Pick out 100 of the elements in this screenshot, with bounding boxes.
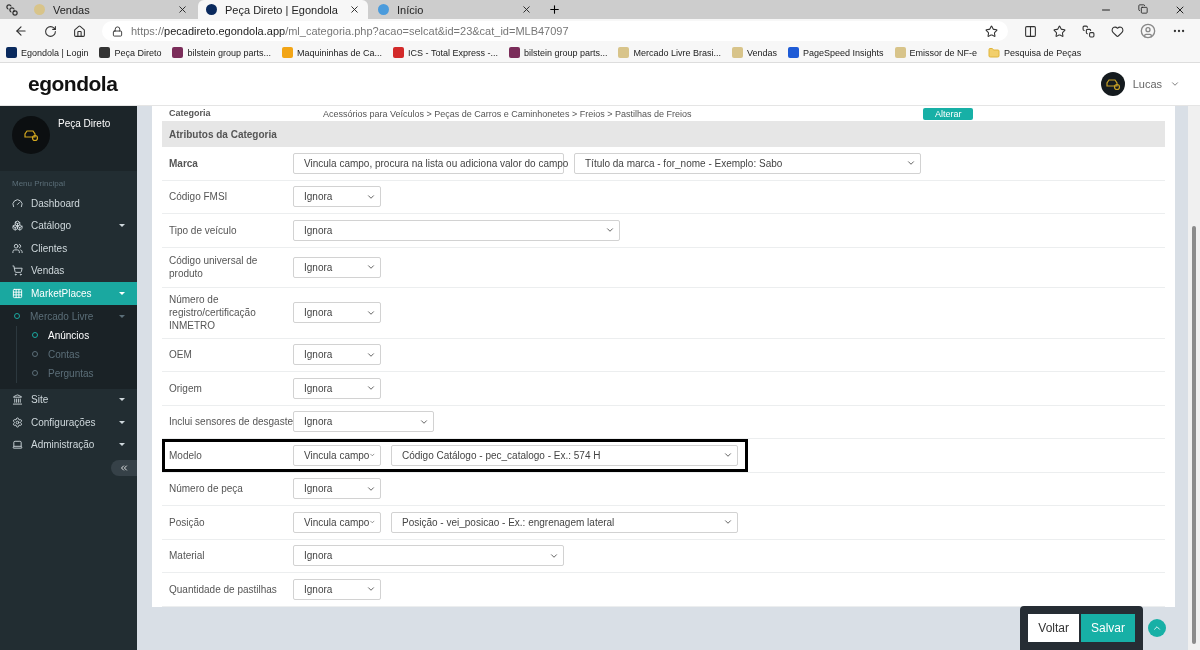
field-label: Quantidade de pastilhas [169,582,278,596]
laptop-icon [12,439,23,451]
split-screen-icon[interactable] [1024,24,1037,38]
heart-icon[interactable] [1111,24,1124,38]
home-icon[interactable] [73,24,86,38]
bookmark[interactable]: Maquininhas de Ca... [282,47,383,58]
site-icon [6,47,17,58]
address-bar[interactable]: https://pecadireto.egondola.app/ml_categoria.php?acao=selcat&id=23&cat_id=MLB47097 [102,21,1008,41]
close-icon[interactable] [349,4,360,15]
site-icon [393,47,405,58]
dropdown[interactable]: Ignora [293,545,564,567]
field-label: Origem [169,381,203,395]
brand-name: Peça Direto [58,118,111,129]
category-path: Acessórios para Veículos > Peças de Carros e Caminhonetes > Freios > Pastilhas de Freios [323,108,693,119]
dropdown[interactable]: Ignora [293,344,381,366]
caret-icon [119,314,125,318]
field-label: OEM [169,348,193,362]
back-button[interactable]: Voltar [1028,614,1079,642]
users-icon [12,242,23,254]
user-menu[interactable]: Lucas [1100,72,1180,96]
chevrons-left-icon [119,463,129,473]
chevron-down-icon [366,262,376,272]
field-label: Material [169,549,206,563]
star-icon[interactable] [985,24,998,38]
dropdown[interactable]: Ignora [293,302,381,323]
field-label: Marca [169,156,199,170]
site-icon [99,47,111,58]
sidebar-item[interactable]: Catálogo [0,214,137,237]
folder-icon [988,46,1001,59]
bookmark[interactable]: Emissor de NF-e [894,47,978,58]
settings-icon [12,416,23,428]
field-label: Código universal de produto [169,254,259,280]
dropdown[interactable]: Código Catálogo - pec_catalogo - Ex.: 574 H [391,444,738,466]
field-label: Inclui sensores de desgaste [169,415,293,429]
caret-icon [119,224,125,228]
browser-tab[interactable]: Vendas [26,0,196,19]
dropdown[interactable]: Posição - vei_posicao - Ex.: engrenagem lateral [391,511,738,533]
close-icon[interactable] [177,4,188,15]
sidebar-item[interactable]: Administração [0,433,137,456]
bookmark[interactable]: Mercado Livre Brasi... [618,47,721,58]
caret-icon [119,398,125,402]
field-label: Código FMSI [169,190,229,204]
bookmark[interactable]: Vendas [732,47,777,58]
back-icon[interactable] [14,24,28,38]
dropdown[interactable]: Ignora [293,219,620,241]
dropdown[interactable]: Ignora [293,578,381,600]
site-icon [508,47,520,58]
field-label: Tipo de veículo [169,223,238,237]
bookmark[interactable]: Pesquisa de Peças [988,46,1082,59]
landmark-icon [12,394,23,406]
caret-icon [119,291,125,295]
bookmark[interactable]: PageSpeed Insights [788,47,884,58]
sidebar-item[interactable]: Clientes [0,237,137,260]
dropdown[interactable]: Vincula campo [293,511,381,533]
sidebar-item[interactable]: Dashboard [0,192,137,215]
new-tab-icon[interactable] [548,3,561,16]
cart-icon [12,265,23,277]
car-gear-icon [1104,77,1121,91]
sidebar-item[interactable]: Site [0,388,137,411]
collapse-button[interactable] [111,460,137,476]
favorites-icon[interactable] [1053,24,1066,38]
submenu-item[interactable]: Anúncios [17,325,137,345]
gauge-icon [12,197,23,209]
dropdown[interactable]: Título da marca - for_nome - Exemplo: Sabo [574,152,921,174]
profile-icon[interactable] [1140,23,1156,39]
close-icon[interactable] [521,4,532,15]
bookmark[interactable]: ICS - Total Express -... [393,47,498,58]
bookmark[interactable]: bilstein group parts... [508,47,608,58]
caret-icon [1170,79,1180,89]
field-label: Número de peça [169,482,244,496]
sidebar-item[interactable]: Configurações [0,411,137,434]
site-icon [788,47,799,58]
boxes-icon [12,220,23,232]
bookmark[interactable]: Peça Direto [99,47,162,58]
bookmark[interactable]: Egondola | Login [6,47,89,58]
site-icon [282,47,293,58]
browser-tab[interactable]: Início [370,0,540,19]
section-header: Atributos da Categoria [162,121,1165,147]
site-icon [618,47,630,58]
site-icon [378,4,389,15]
dropdown[interactable]: Ignora [293,377,381,399]
scrollbar[interactable] [1188,106,1200,650]
lock-icon [112,25,123,37]
site-icon [732,47,743,58]
dropdown[interactable]: Ignora [293,186,381,208]
chevron-up-icon [1152,623,1162,633]
restore-icon[interactable] [1138,3,1148,14]
dropdown[interactable]: Vincula campo [293,444,381,466]
reload-icon[interactable] [44,24,57,38]
bookmark[interactable]: bilstein group parts... [172,47,271,58]
dropdown[interactable]: Ignora [293,256,381,278]
caret-icon [119,443,125,447]
field-label: Posição [169,515,206,529]
dropdown[interactable]: Ignora [293,411,434,433]
sidebar-item[interactable]: Vendas [0,259,137,282]
field-label: Modelo [169,448,203,462]
browser-tab[interactable]: Peça Direto | Egondola [198,0,368,19]
site-icon [34,4,45,15]
dropdown[interactable]: Ignora [293,478,381,500]
logo: egondola [28,72,118,96]
